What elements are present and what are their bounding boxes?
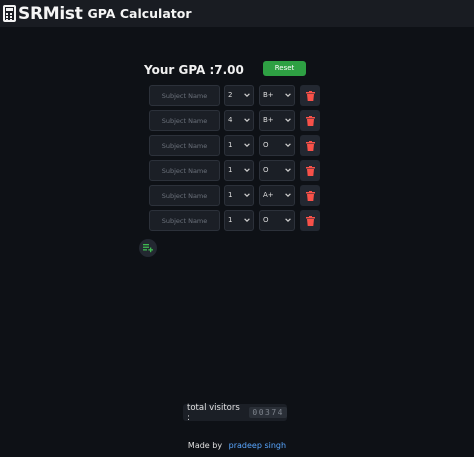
credit-select[interactable]: 2: [224, 85, 254, 106]
subject-row: 1 O: [149, 160, 329, 181]
delete-row-button[interactable]: [300, 85, 320, 106]
credit-value: 2: [228, 91, 233, 99]
playlist-add-icon: [143, 243, 153, 252]
subject-row: 1 O: [149, 210, 329, 231]
chevron-down-icon: [244, 193, 250, 198]
credit-value: 1: [228, 141, 233, 149]
trash-icon: [305, 140, 315, 151]
subject-row: 1 O: [149, 135, 329, 156]
delete-row-button[interactable]: [300, 135, 320, 156]
made-by-label: Made by: [187, 441, 223, 450]
credit-select[interactable]: 1: [224, 210, 254, 231]
grade-value: O: [263, 141, 269, 149]
grade-select[interactable]: O: [259, 135, 295, 156]
trash-icon: [305, 90, 315, 101]
delete-row-button[interactable]: [300, 210, 320, 231]
credit-value: 1: [228, 166, 233, 174]
chevron-down-icon: [285, 118, 291, 123]
subject-name-input[interactable]: [149, 135, 220, 156]
delete-row-button[interactable]: [300, 185, 320, 206]
subject-row: 1 A+: [149, 185, 329, 206]
trash-icon: [305, 215, 315, 226]
grade-select[interactable]: B+: [259, 85, 295, 106]
visitor-counter: total visitors : 00374: [183, 402, 287, 423]
chevron-down-icon: [244, 93, 250, 98]
trash-icon: [305, 190, 315, 201]
subject-row: 2 B+: [149, 85, 329, 106]
trash-icon: [305, 165, 315, 176]
delete-row-button[interactable]: [300, 160, 320, 181]
chevron-down-icon: [285, 193, 291, 198]
trash-icon: [305, 115, 315, 126]
chevron-down-icon: [244, 168, 250, 173]
top-nav-bar: SRMist GPA Calculator: [0, 0, 474, 27]
gpa-result: Your GPA :7.00: [144, 63, 244, 77]
grade-value: O: [263, 166, 269, 174]
app-title: GPA Calculator: [87, 6, 192, 21]
grade-value: B+: [263, 116, 274, 124]
visitors-label: total visitors :: [187, 402, 240, 423]
grade-value: O: [263, 216, 269, 224]
grade-value: A+: [263, 191, 274, 199]
subject-name-input[interactable]: [149, 160, 220, 181]
footer: Made by pradeep singh: [0, 441, 474, 450]
credit-select[interactable]: 1: [224, 160, 254, 181]
grade-select[interactable]: O: [259, 210, 295, 231]
visitors-count: 00374: [249, 407, 287, 418]
chevron-down-icon: [244, 118, 250, 123]
calculator-icon: [3, 5, 16, 22]
credit-select[interactable]: 1: [224, 135, 254, 156]
grade-select[interactable]: A+: [259, 185, 295, 206]
grade-select[interactable]: O: [259, 160, 295, 181]
reset-button[interactable]: Reset: [263, 61, 306, 76]
brand-name[interactable]: SRMist: [18, 4, 83, 24]
grade-select[interactable]: B+: [259, 110, 295, 131]
subject-row: 4 B+: [149, 110, 329, 131]
chevron-down-icon: [285, 168, 291, 173]
grade-value: B+: [263, 91, 274, 99]
credit-value: 4: [228, 116, 233, 124]
author-link[interactable]: pradeep singh: [229, 441, 286, 450]
subject-name-input[interactable]: [149, 85, 220, 106]
chevron-down-icon: [285, 143, 291, 148]
add-subject-button[interactable]: [139, 239, 157, 257]
delete-row-button[interactable]: [300, 110, 320, 131]
chevron-down-icon: [244, 218, 250, 223]
credit-select[interactable]: 1: [224, 185, 254, 206]
subject-name-input[interactable]: [149, 210, 220, 231]
chevron-down-icon: [285, 93, 291, 98]
credit-select[interactable]: 4: [224, 110, 254, 131]
credit-value: 1: [228, 191, 233, 199]
subject-name-input[interactable]: [149, 185, 220, 206]
subject-name-input[interactable]: [149, 110, 220, 131]
chevron-down-icon: [244, 143, 250, 148]
credit-value: 1: [228, 216, 233, 224]
chevron-down-icon: [285, 218, 291, 223]
